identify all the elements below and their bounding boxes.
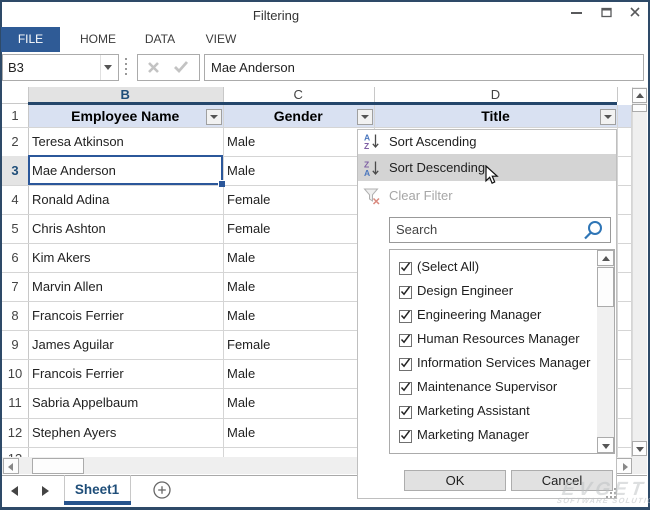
svg-text:Z: Z xyxy=(364,141,369,150)
svg-text:A: A xyxy=(364,168,370,177)
